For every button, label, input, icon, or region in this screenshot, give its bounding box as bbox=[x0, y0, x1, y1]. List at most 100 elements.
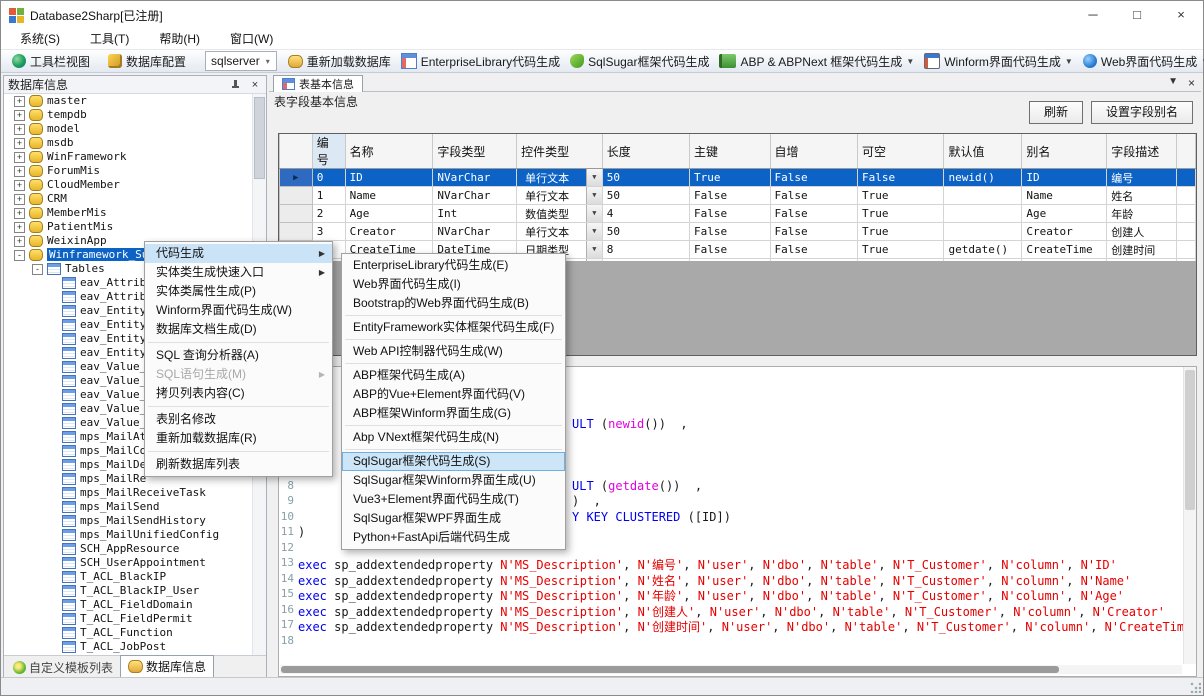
toolbar-button-重新加载数据库[interactable]: 重新加载数据库 bbox=[283, 50, 396, 72]
tree-item[interactable]: mps_MailSend bbox=[4, 500, 266, 514]
combo-dropdown-icon[interactable]: ▼ bbox=[586, 241, 602, 258]
grid-cell[interactable]: newid() bbox=[944, 169, 1022, 187]
button-设置字段别名[interactable]: 设置字段别名 bbox=[1091, 101, 1193, 124]
grid-cell[interactable]: 4 bbox=[602, 205, 689, 223]
tree-expand-toggle[interactable]: + bbox=[14, 138, 25, 149]
menu-item-Web界面代码生成(I)[interactable]: Web界面代码生成(I) bbox=[342, 275, 565, 294]
panel-close-icon[interactable]: × bbox=[248, 79, 262, 91]
tree-expand-toggle[interactable]: + bbox=[14, 152, 25, 163]
toolbar-button-数据库配置[interactable]: 数据库配置 bbox=[103, 50, 191, 72]
tree-item[interactable]: +WinFramework bbox=[4, 150, 266, 164]
grid-cell[interactable]: False bbox=[690, 187, 771, 205]
grid-cell[interactable]: getdate() bbox=[944, 241, 1022, 259]
grid-cell[interactable]: False bbox=[690, 205, 771, 223]
tree-scrollbar-thumb[interactable] bbox=[254, 97, 265, 179]
menu-item-SqlSugar框架代码生成(S)[interactable]: SqlSugar框架代码生成(S) bbox=[342, 452, 565, 471]
toolbar-button-工具栏视图[interactable]: 工具栏视图 bbox=[7, 50, 95, 72]
tree-expand-toggle[interactable]: + bbox=[14, 194, 25, 205]
tree-expand-toggle[interactable]: + bbox=[14, 166, 25, 177]
minimize-button[interactable]: ─ bbox=[1071, 1, 1115, 29]
tree-item[interactable]: +CloudMember bbox=[4, 178, 266, 192]
menu-item-重新加载数据库(R)[interactable]: 重新加载数据库(R) bbox=[145, 429, 332, 448]
menu-item-拷贝列表内容(C)[interactable]: 拷贝列表内容(C) bbox=[145, 384, 332, 403]
grid-cell[interactable]: ID bbox=[345, 169, 433, 187]
tree-item[interactable]: +model bbox=[4, 122, 266, 136]
tree-item[interactable]: mps_MailReceiveTask bbox=[4, 486, 266, 500]
column-header-可空[interactable]: 可空 bbox=[858, 134, 944, 169]
tree-expand-toggle[interactable]: + bbox=[14, 96, 25, 107]
tree-item[interactable]: T_ACL_Function bbox=[4, 626, 266, 640]
table-row[interactable]: 3CreatorNVarChar单行文本▼50FalseFalseTrueCre… bbox=[280, 223, 1196, 241]
grid-cell[interactable]: True bbox=[858, 187, 944, 205]
tree-item[interactable]: T_ACL_FieldDomain bbox=[4, 598, 266, 612]
menu-item-刷新数据库列表[interactable]: 刷新数据库列表 bbox=[145, 455, 332, 474]
tabstrip-close-icon[interactable]: × bbox=[1188, 76, 1195, 90]
grid-cell[interactable]: 数值类型▼ bbox=[517, 205, 603, 223]
tree-item[interactable]: mps_MailSendHistory bbox=[4, 514, 266, 528]
column-header-自增[interactable]: 自增 bbox=[770, 134, 857, 169]
grid-cell[interactable]: False bbox=[770, 223, 857, 241]
menu-item-Vue3+Element界面代码生成(T)[interactable]: Vue3+Element界面代码生成(T) bbox=[342, 490, 565, 509]
bottom-tab-自定义模板列表[interactable]: 自定义模板列表 bbox=[6, 658, 120, 677]
grid-cell[interactable]: 单行文本▼ bbox=[517, 169, 603, 187]
tree-expand-toggle[interactable]: + bbox=[14, 208, 25, 219]
combo-dropdown-icon[interactable]: ▼ bbox=[586, 205, 602, 222]
code-horizontal-scrollbar[interactable] bbox=[280, 665, 1182, 674]
grid-cell[interactable]: 2 bbox=[312, 205, 345, 223]
combo-dropdown-icon[interactable]: ▼ bbox=[586, 223, 602, 240]
grid-cell[interactable]: Creator bbox=[1022, 223, 1107, 241]
menubar-item[interactable]: 帮助(H) bbox=[148, 29, 211, 49]
tree-expand-toggle[interactable]: + bbox=[14, 236, 25, 247]
menu-item-Abp VNext框架代码生成(N)[interactable]: Abp VNext框架代码生成(N) bbox=[342, 428, 565, 447]
menubar-item[interactable]: 窗口(W) bbox=[219, 29, 284, 49]
combo-dropdown-icon[interactable]: ▼ bbox=[586, 169, 602, 186]
grid-cell[interactable]: False bbox=[770, 205, 857, 223]
code-vertical-scrollbar[interactable] bbox=[1183, 367, 1196, 664]
menu-item-SQL 查询分析器(A)[interactable]: SQL 查询分析器(A) bbox=[145, 346, 332, 365]
grid-cell[interactable]: ID bbox=[1022, 169, 1107, 187]
toolbar-button-EnterpriseLibrary代码生成[interactable]: EnterpriseLibrary代码生成 bbox=[396, 50, 565, 72]
maximize-button[interactable]: □ bbox=[1115, 1, 1159, 29]
row-selector[interactable] bbox=[280, 223, 313, 241]
grid-cell[interactable] bbox=[944, 205, 1022, 223]
grid-cell[interactable]: CreateTime bbox=[1022, 241, 1107, 259]
grid-cell[interactable]: 0 bbox=[312, 169, 345, 187]
tree-expand-toggle[interactable]: - bbox=[32, 264, 43, 275]
button-刷新[interactable]: 刷新 bbox=[1029, 101, 1083, 124]
grid-cell[interactable]: 创建人 bbox=[1107, 223, 1177, 241]
chevron-down-icon[interactable]: ▾ bbox=[260, 57, 276, 66]
tree-item[interactable]: +msdb bbox=[4, 136, 266, 150]
grid-cell[interactable]: Name bbox=[1022, 187, 1107, 205]
tree-item[interactable]: SCH_AppResource bbox=[4, 542, 266, 556]
grid-cell[interactable]: True bbox=[858, 241, 944, 259]
table-row[interactable]: 1NameNVarChar单行文本▼50FalseFalseTrueName姓名 bbox=[280, 187, 1196, 205]
menu-item-表别名修改[interactable]: 表别名修改 bbox=[145, 410, 332, 429]
tree-item[interactable]: T_ACL_JobPost bbox=[4, 640, 266, 654]
tree-expand-toggle[interactable]: + bbox=[14, 124, 25, 135]
grid-cell[interactable]: NVarChar bbox=[433, 223, 517, 241]
menu-item-EntityFramework实体框架代码生成(F)[interactable]: EntityFramework实体框架代码生成(F) bbox=[342, 318, 565, 337]
table-row[interactable]: ▶0IDNVarChar单行文本▼50TrueFalseFalsenewid()… bbox=[280, 169, 1196, 187]
tree-item[interactable]: T_ACL_FieldPermit bbox=[4, 612, 266, 626]
grid-cell[interactable]: 年龄 bbox=[1107, 205, 1177, 223]
column-header-编号[interactable]: 编号 bbox=[312, 134, 345, 169]
tree-item[interactable]: T_ACL_BlackIP_User bbox=[4, 584, 266, 598]
table-row[interactable]: 2AgeInt数值类型▼4FalseFalseTrueAge年龄 bbox=[280, 205, 1196, 223]
column-header-名称[interactable]: 名称 bbox=[345, 134, 433, 169]
grid-cell[interactable]: True bbox=[858, 205, 944, 223]
grid-cell[interactable]: False bbox=[770, 187, 857, 205]
tree-item[interactable]: T_ACL_BlackIP bbox=[4, 570, 266, 584]
grid-cell[interactable] bbox=[944, 187, 1022, 205]
column-header-别名[interactable]: 别名 bbox=[1022, 134, 1107, 169]
menu-item-实体类属性生成(P)[interactable]: 实体类属性生成(P) bbox=[145, 282, 332, 301]
column-header-长度[interactable]: 长度 bbox=[602, 134, 689, 169]
menu-item-Bootstrap的Web界面代码生成(B)[interactable]: Bootstrap的Web界面代码生成(B) bbox=[342, 294, 565, 313]
menu-item-SqlSugar框架WPF界面生成[interactable]: SqlSugar框架WPF界面生成 bbox=[342, 509, 565, 528]
grid-cell[interactable] bbox=[944, 223, 1022, 241]
grid-cell[interactable]: True bbox=[858, 223, 944, 241]
toolbar-button-Web界面代码生成[interactable]: Web界面代码生成▼ bbox=[1078, 50, 1204, 72]
row-selector[interactable]: ▶ bbox=[280, 169, 313, 187]
toolbar-button-SqlSugar框架代码生成[interactable]: SqlSugar框架代码生成 bbox=[565, 50, 714, 72]
menu-item-实体类生成快速入口[interactable]: 实体类生成快速入口▶ bbox=[145, 263, 332, 282]
row-selector[interactable] bbox=[280, 205, 313, 223]
